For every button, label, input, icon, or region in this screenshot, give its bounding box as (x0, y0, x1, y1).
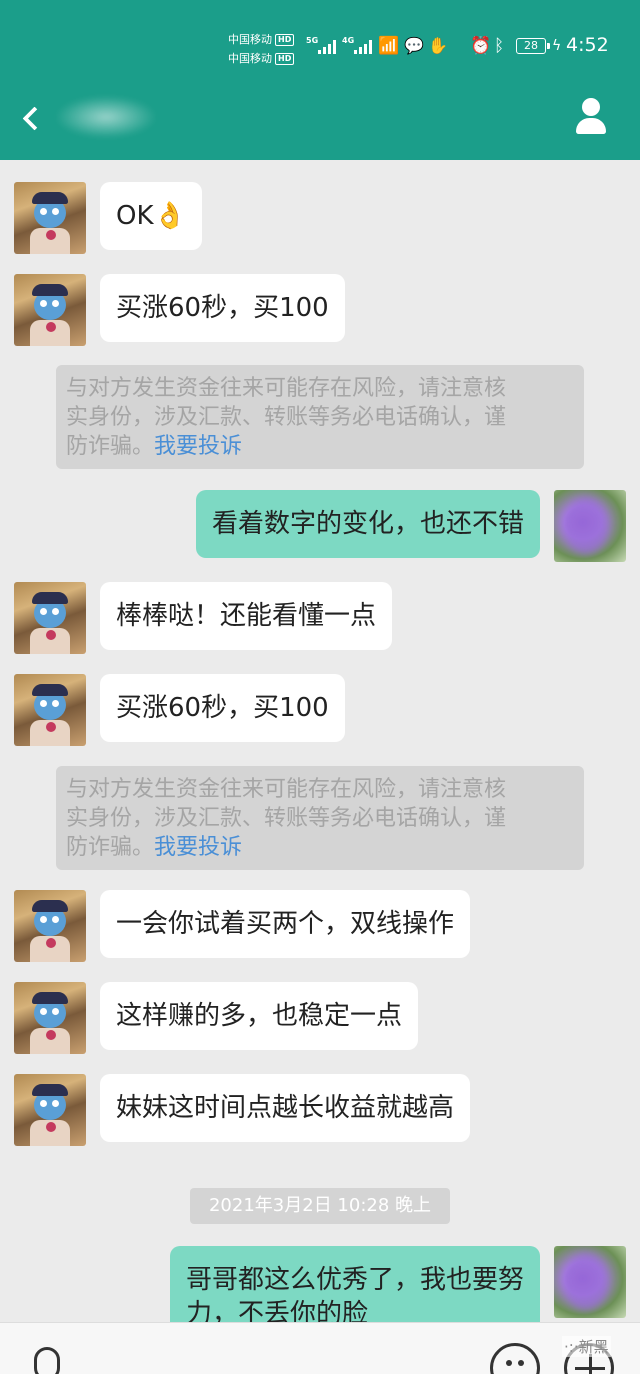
input-toolbar (0, 1322, 640, 1374)
message-bubble[interactable]: 看着数字的变化，也还不错 (195, 490, 540, 558)
network-type-5g: 5G (306, 36, 319, 45)
avatar[interactable] (14, 982, 86, 1054)
message-bubble[interactable]: 一会你试着买两个，双线操作 (100, 890, 471, 958)
carrier-2: 中国移动 (228, 52, 272, 65)
notice-line: 防诈骗。 (66, 835, 155, 860)
clock: 4:52 (566, 34, 609, 56)
avatar[interactable] (554, 1246, 626, 1318)
message-bubble[interactable]: 妹妹这时间点越长收益就越高 (100, 1074, 471, 1142)
message-line: 哥哥都这么优秀了，我也要努 (185, 1265, 524, 1295)
carrier-info: 中国移动 HD 中国移动 HD (228, 30, 295, 68)
risk-warning-notice: 与对方发生资金往来可能存在风险，请注意核 实身份，涉及汇款、转账等务必电话确认，… (56, 766, 584, 870)
hd-badge: HD (275, 53, 295, 65)
message-bubble[interactable]: 哥哥都这么优秀了，我也要努 力，不丢你的脸 (169, 1246, 540, 1322)
network-type-4g: 4G (342, 36, 355, 45)
profile-icon[interactable] (574, 98, 608, 136)
bluetooth-icon: ᛒ (494, 36, 505, 56)
notice-line: 与对方发生资金往来可能存在风险，请注意核 (66, 376, 507, 401)
avatar[interactable] (14, 674, 86, 746)
battery-icon: 28 (516, 38, 550, 54)
notice-line: 实身份，涉及汇款、转账等务必电话确认，谨 (66, 405, 507, 430)
notice-line: 防诈骗。 (66, 434, 155, 459)
message-bubble[interactable]: OK👌 (100, 182, 202, 250)
avatar[interactable] (14, 182, 86, 254)
message-timestamp: 2021年3月2日 10:28 晚上 (190, 1188, 450, 1224)
avatar[interactable] (14, 890, 86, 962)
chat-messages[interactable]: OK👌 买涨60秒，买100 与对方发生资金往来可能存在风险，请注意核 实身份，… (0, 160, 640, 1322)
message-bubble[interactable]: 买涨60秒，买100 (100, 274, 345, 342)
avatar[interactable] (14, 582, 86, 654)
message-bubble[interactable]: 这样赚的多，也稳定一点 (100, 982, 419, 1050)
hd-badge: HD (275, 34, 295, 46)
message-line: 力，不丢你的脸 (185, 1299, 368, 1322)
carrier-1: 中国移动 (228, 33, 272, 46)
wechat-icon: 💬 (404, 36, 424, 55)
charging-icon: ϟ (552, 38, 562, 54)
avatar[interactable] (14, 274, 86, 346)
avatar[interactable] (554, 490, 626, 562)
wifi-icon: 📶 (378, 36, 400, 56)
message-bubble[interactable]: 买涨60秒，买100 (100, 674, 345, 742)
emoji-icon[interactable] (490, 1343, 540, 1374)
risk-warning-notice: 与对方发生资金往来可能存在风险，请注意核 实身份，涉及汇款、转账等务必电话确认，… (56, 365, 584, 469)
contact-name-blurred (56, 96, 156, 138)
back-icon[interactable] (18, 104, 48, 134)
alarm-icon: ⏰ (470, 36, 492, 56)
report-link[interactable]: 我要投诉 (154, 835, 242, 860)
title-bar: 中国移动 HD 中国移动 HD 5G 4G 📶 💬 ✋ ⏰ ᛒ 28 ϟ 4:52 (0, 0, 640, 160)
microphone-icon[interactable] (34, 1347, 60, 1374)
notice-line: 实身份，涉及汇款、转账等务必电话确认，谨 (66, 806, 507, 831)
notice-line: 与对方发生资金往来可能存在风险，请注意核 (66, 777, 507, 802)
status-bar: 中国移动 HD 中国移动 HD 5G 4G 📶 💬 ✋ ⏰ ᛒ 28 ϟ 4:52 (0, 0, 640, 90)
hand-icon: ✋ (428, 36, 448, 55)
avatar[interactable] (14, 1074, 86, 1146)
report-link[interactable]: 我要投诉 (154, 434, 242, 459)
message-bubble[interactable]: 棒棒哒！还能看懂一点 (100, 582, 393, 650)
watermark: ·:·新黑 (562, 1336, 611, 1357)
